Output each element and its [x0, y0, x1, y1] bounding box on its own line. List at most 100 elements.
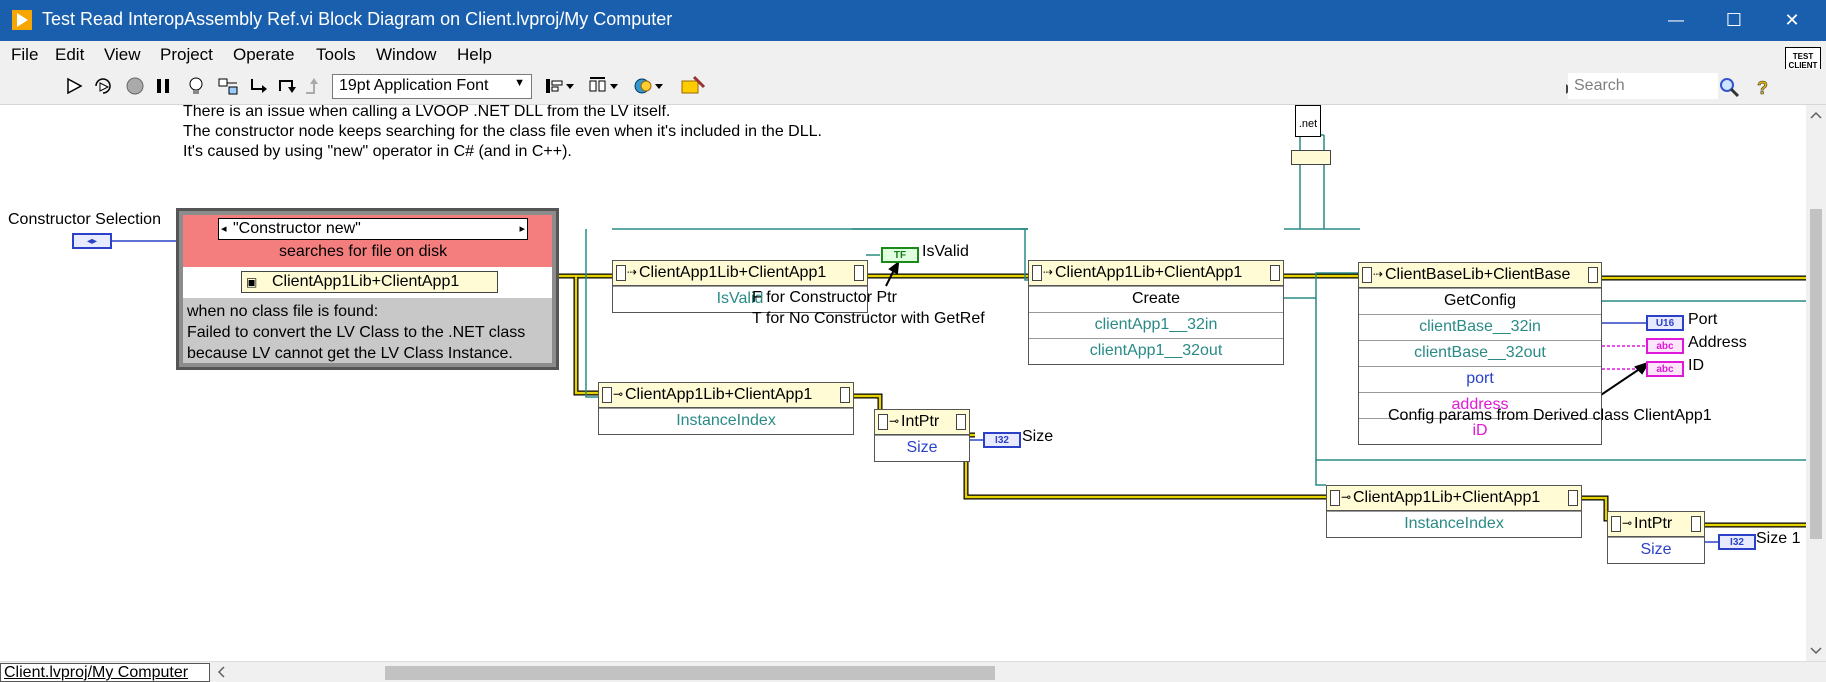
menu-window[interactable]: Window [376, 45, 436, 65]
run-arrow-icon[interactable] [64, 75, 86, 97]
title-bar: Test Read InteropAssembly Ref.vi Block D… [0, 0, 1826, 41]
scroll-down-icon[interactable] [1806, 641, 1826, 661]
vertical-scroll-thumb[interactable] [1810, 209, 1822, 539]
case-selector-value: "Constructor new" [233, 220, 361, 237]
property-icon: ⊸ [889, 414, 900, 428]
invoke-param-clientbase-32out[interactable]: clientBase__32out [1359, 340, 1601, 366]
invoke-icon: ⇢ [1373, 267, 1384, 281]
menu-operate[interactable]: Operate [233, 45, 294, 65]
menu-edit[interactable]: Edit [55, 45, 84, 65]
horizontal-scroll-thumb[interactable] [385, 666, 995, 680]
run-continuously-icon[interactable] [92, 75, 114, 97]
intptr-node-1[interactable]: ⊸ IntPtr Size [874, 409, 970, 462]
property-node-instanceindex-2[interactable]: ⊸ ClientApp1Lib+ClientApp1 InstanceIndex [1326, 485, 1582, 538]
size-indicator-2[interactable]: I32 [1718, 534, 1756, 550]
property-node-instanceindex-2-class: ClientApp1Lib+ClientApp1 [1353, 489, 1541, 506]
cleanup-diagram-icon[interactable] [680, 75, 706, 97]
scroll-left-icon[interactable] [214, 663, 230, 681]
scroll-up-icon[interactable] [1806, 105, 1826, 125]
invoke-param-port[interactable]: port [1359, 366, 1601, 392]
close-button[interactable]: ✕ [1763, 0, 1821, 41]
menu-help[interactable]: Help [457, 45, 492, 65]
maximize-button[interactable]: ☐ [1705, 0, 1763, 41]
search-icon[interactable] [1718, 76, 1740, 98]
constructor-selection-ring[interactable]: ◂▸ [72, 233, 112, 249]
comment-line-2: The constructor node keeps searching for… [183, 123, 822, 140]
invoke-method-getconfig[interactable]: GetConfig [1359, 288, 1601, 314]
step-over-icon[interactable] [276, 75, 298, 97]
font-select[interactable]: 19pt Application Font ▼ [332, 74, 532, 99]
isvalid-indicator-label: IsValid [922, 243, 969, 260]
retain-wire-values-icon[interactable] [217, 75, 239, 97]
size-indicator-1-label: Size [1022, 428, 1054, 445]
address-indicator-label: Address [1688, 334, 1747, 351]
isvalid-indicator[interactable]: TF [881, 247, 919, 263]
size-indicator-2-label: Size 1 [1756, 530, 1801, 547]
minimize-button[interactable]: — [1647, 0, 1705, 41]
intptr-row-size-1[interactable]: Size [875, 435, 969, 461]
property-node-instanceindex-2-header: ⊸ ClientApp1Lib+ClientApp1 [1327, 486, 1581, 511]
case-top-text: searches for file on disk [279, 243, 448, 260]
application-instance-label[interactable]: Client.lvproj/My Computer [0, 663, 210, 682]
intptr-row-size-2[interactable]: Size [1608, 537, 1704, 563]
window-title: Test Read InteropAssembly Ref.vi Block D… [42, 9, 673, 29]
invoke-node-create[interactable]: ⇢ ClientApp1Lib+ClientApp1 Create clientA… [1028, 260, 1284, 365]
id-indicator[interactable]: abc [1646, 361, 1684, 377]
size-indicator-1[interactable]: I32 [983, 432, 1021, 448]
case-bottom-line-1: when no class file is found: [187, 303, 379, 320]
menu-project[interactable]: Project [160, 45, 213, 65]
menu-tools[interactable]: Tools [316, 45, 356, 65]
case-bottom-line-2: Failed to convert the LV Class to the .N… [187, 324, 526, 341]
dotnet-class-icon: ▣ [246, 275, 258, 289]
case-header: ◂ "Constructor new" ▸ searches for file … [183, 215, 552, 267]
menu-view[interactable]: View [104, 45, 141, 65]
id-indicator-label: ID [1688, 357, 1704, 374]
port-indicator[interactable]: U16 [1646, 315, 1684, 331]
class-ref-constant[interactable]: ▣ ClientApp1Lib+ClientApp1 [241, 271, 498, 293]
property-row-instanceindex-2[interactable]: InstanceIndex [1327, 511, 1581, 537]
horizontal-scrollbar[interactable]: Client.lvproj/My Computer [0, 661, 1826, 682]
reorder-icon[interactable] [633, 75, 665, 97]
invoke-param-clientapp1-32in[interactable]: clientApp1__32in [1029, 312, 1283, 338]
property-icon: ⊸ [1341, 490, 1352, 504]
search-input[interactable]: Search [1568, 73, 1718, 99]
property-node-instanceindex-1-class: ClientApp1Lib+ClientApp1 [625, 386, 813, 403]
dotnet-constant-bundle[interactable] [1291, 150, 1331, 165]
maximize-icon: ☐ [1725, 10, 1743, 30]
pause-icon[interactable] [152, 75, 174, 97]
align-objects-icon[interactable] [544, 75, 576, 97]
constructor-note-line-1: F for Constructor Ptr [752, 289, 897, 306]
vertical-scrollbar[interactable] [1806, 105, 1826, 661]
case-bottom-line-3: because LV cannot get the LV Class Insta… [187, 345, 513, 362]
intptr-node-2[interactable]: ⊸ IntPtr Size [1607, 511, 1705, 564]
toolbar: 19pt Application Font ▼ Search ? [0, 69, 1826, 105]
case-prev-icon[interactable]: ◂ [221, 219, 227, 239]
invoke-method-create[interactable]: Create [1029, 286, 1283, 312]
case-next-icon[interactable]: ▸ [519, 219, 525, 239]
invoke-param-clientbase-32in[interactable]: clientBase__32in [1359, 314, 1601, 340]
lightbulb-icon[interactable] [185, 75, 207, 97]
property-row-instanceindex-1[interactable]: InstanceIndex [599, 408, 853, 434]
invoke-param-clientapp1-32out[interactable]: clientApp1__32out [1029, 338, 1283, 364]
case-inner-frame: ▣ ClientApp1Lib+ClientApp1 [183, 267, 552, 298]
constructor-selection-label: Constructor Selection [8, 211, 161, 228]
abort-icon[interactable] [124, 75, 146, 97]
property-icon: ⇢ [627, 265, 638, 279]
step-out-icon[interactable] [302, 75, 324, 97]
help-icon[interactable]: ? [1754, 76, 1774, 98]
case-structure[interactable]: ◂ "Constructor new" ▸ searches for file … [176, 208, 559, 370]
menu-bar: File Edit View Project Operate Tools Win… [0, 41, 1826, 69]
intptr-node-1-class: IntPtr [901, 413, 940, 430]
case-selector[interactable]: ◂ "Constructor new" ▸ [218, 218, 528, 240]
menu-file[interactable]: File [11, 45, 38, 65]
invoke-node-create-class: ClientApp1Lib+ClientApp1 [1055, 264, 1243, 281]
property-node-instanceindex-1[interactable]: ⊸ ClientApp1Lib+ClientApp1 InstanceIndex [598, 382, 854, 435]
distribute-objects-icon[interactable] [588, 75, 620, 97]
dotnet-refnum-constant[interactable]: .net [1295, 105, 1321, 137]
address-indicator[interactable]: abc [1646, 338, 1684, 354]
invoke-node-create-header: ⇢ ClientApp1Lib+ClientApp1 [1029, 261, 1283, 286]
constructor-note-line-2: T for No Constructor with GetRef [752, 310, 985, 327]
step-into-icon[interactable] [248, 75, 270, 97]
block-diagram-canvas[interactable]: There is an issue when calling a LVOOP .… [0, 105, 1806, 661]
intptr-node-2-header: ⊸ IntPtr [1608, 512, 1704, 537]
